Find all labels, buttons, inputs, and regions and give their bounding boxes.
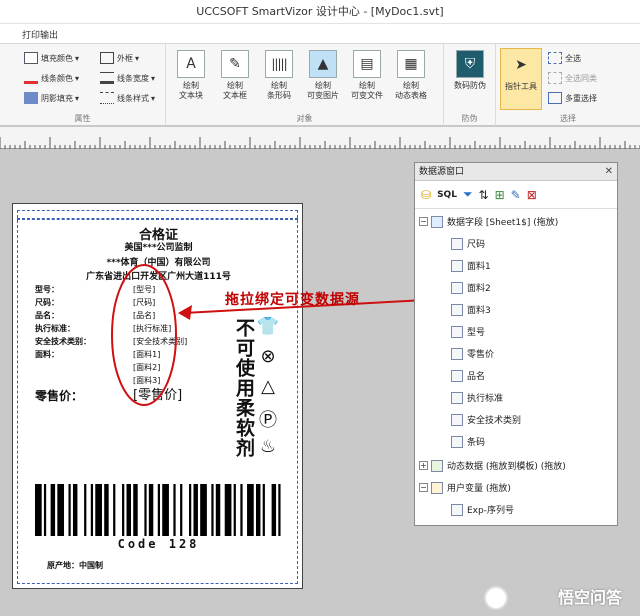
sql-icon[interactable]: SQL: [437, 190, 457, 200]
annotation-text: 拖拉绑定可变数据源: [225, 292, 360, 308]
tree-field-item[interactable]: 面料3: [451, 303, 491, 316]
field-icon: [451, 347, 463, 360]
sort-icon[interactable]: ⇅: [479, 188, 489, 202]
field-icon: [451, 369, 463, 382]
edit-variable-icon[interactable]: ✎: [511, 188, 521, 202]
field-icon: [451, 391, 463, 404]
annotation-ellipse-label: [111, 264, 177, 406]
close-icon[interactable]: ✕: [605, 163, 613, 181]
field-icon: [451, 325, 463, 338]
filter-icon[interactable]: ⏷: [463, 187, 473, 202]
datasource-header: 数据源窗口 ✕: [415, 163, 617, 181]
datasource-toolbar: ⛁ SQL ⏷ ⇅ ⊞ ✎ ⊠: [415, 181, 617, 209]
annotation-arrow-head: [178, 305, 192, 320]
expand-icon[interactable]: +: [419, 461, 428, 470]
field-icon: [451, 237, 463, 250]
field-icon: [451, 435, 463, 448]
tree-field-item[interactable]: 型号: [451, 325, 485, 338]
watermark-logo-icon: [484, 586, 508, 610]
tree-root-datafields[interactable]: − 数据字段 [Sheet1$] (拖放): [419, 215, 558, 228]
watermark-text: 悟空问答: [557, 588, 622, 607]
tree-field-item[interactable]: 零售价: [451, 347, 494, 360]
delete-variable-icon[interactable]: ⊠: [527, 188, 537, 202]
field-icon: [451, 281, 463, 294]
field-icon: [451, 259, 463, 272]
table-icon: [431, 215, 443, 228]
collapse-icon[interactable]: −: [419, 483, 428, 492]
tree-field-item[interactable]: 面料2: [451, 281, 491, 294]
tree-field-item[interactable]: 面料1: [451, 259, 491, 272]
variable-icon: [431, 481, 443, 494]
tree-field-item[interactable]: 条码: [451, 435, 485, 448]
tree-user-variables[interactable]: − 用户变量 (拖放): [419, 481, 511, 494]
add-variable-icon[interactable]: ⊞: [495, 188, 505, 202]
field-icon: [451, 413, 463, 426]
serial-icon: [451, 503, 463, 516]
collapse-icon[interactable]: −: [419, 217, 428, 226]
tree-field-item[interactable]: 安全技术类别: [451, 413, 521, 426]
tree-field-item[interactable]: 执行标准: [451, 391, 503, 404]
database-icon[interactable]: ⛁: [421, 188, 431, 202]
tree-dynamic-data[interactable]: + 动态数据 (拖放到模板) (拖放): [419, 459, 566, 472]
datasource-panel[interactable]: 数据源窗口 ✕ ⛁ SQL ⏷ ⇅ ⊞ ✎ ⊠ − 数据字段 [Sheet1$]…: [414, 162, 618, 526]
tree-field-item[interactable]: 尺码: [451, 237, 485, 250]
tree-serial-number[interactable]: Exp-序列号: [451, 503, 514, 516]
grid-icon: [431, 459, 443, 472]
tree-field-item[interactable]: 品名: [451, 369, 485, 382]
field-icon: [451, 303, 463, 316]
